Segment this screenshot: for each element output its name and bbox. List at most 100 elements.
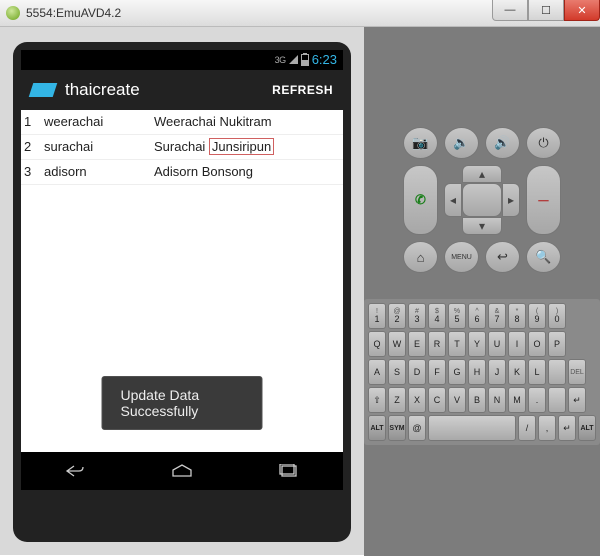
phone-screen: 3G 6:23 thaicreate REFRESH [21,50,343,490]
call-button[interactable]: ✆ [403,165,438,235]
key-c[interactable]: C [428,387,446,413]
key-7[interactable]: &7 [488,303,506,329]
dpad-center-button[interactable] [462,183,502,217]
key-w[interactable]: W [388,331,406,357]
key-@[interactable]: @ [408,415,426,441]
signal-icon [289,55,298,64]
key-1[interactable]: !1 [368,303,386,329]
window-buttons: — ☐ ✕ [492,0,600,21]
key-0[interactable]: )0 [548,303,566,329]
menu-button[interactable]: MENU [444,241,479,273]
emulator-app-icon [6,6,20,20]
action-bar: thaicreate REFRESH [21,70,343,110]
key-2[interactable]: @2 [388,303,406,329]
key-/[interactable]: / [518,415,536,441]
key-,[interactable]: , [538,415,556,441]
key-k[interactable]: K [508,359,526,385]
key-y[interactable]: Y [468,331,486,357]
cell-username: surachai [44,139,154,154]
key-alt[interactable]: ALT [578,415,596,441]
search-button[interactable]: 🔍 [526,241,561,273]
cell-fullname: Surachai Junsiripun [154,139,343,154]
window-title: 5554:EmuAVD4.2 [26,6,121,20]
camera-button[interactable]: 📷 [403,127,438,159]
key-g[interactable]: G [448,359,466,385]
key-n[interactable]: N [488,387,506,413]
cell-id: 1 [21,114,44,129]
emulator-body: 3 G 6:23 thaicreate REFRESH [0,27,600,556]
dpad-right-button[interactable]: ▸ [502,183,520,217]
key-h[interactable]: H [468,359,486,385]
key-4[interactable]: $4 [428,303,446,329]
data-list: 1 weerachai Weerachai Nukitram 2 suracha… [21,110,343,185]
end-call-button[interactable]: ⏤ [526,165,561,235]
key-↵[interactable]: ↵ [558,415,576,441]
home-button[interactable]: ⌂ [403,241,438,273]
window-titlebar: 5554:EmuAVD4.2 — ☐ ✕ [0,0,600,27]
key-o[interactable]: O [528,331,546,357]
key-9[interactable]: (9 [528,303,546,329]
key-r[interactable]: R [428,331,446,357]
key-.[interactable]: . [528,387,546,413]
nav-recent-button[interactable] [276,462,302,480]
key-a[interactable]: A [368,359,386,385]
key-p[interactable]: P [548,331,566,357]
dpad-down-button[interactable]: ▾ [462,217,502,235]
key-↵[interactable]: ↵ [568,387,586,413]
dpad: ▴ ▾ ◂ ▸ [444,165,520,235]
key-b[interactable]: B [468,387,486,413]
volume-down-button[interactable]: 🔉 [444,127,479,159]
app-logo-icon [29,83,58,97]
cell-id: 3 [21,164,44,179]
key-d[interactable]: D [408,359,426,385]
key-5[interactable]: %5 [448,303,466,329]
key-8[interactable]: *8 [508,303,526,329]
android-nav-bar [21,452,343,490]
control-button-grid: 📷 🔉 🔊 ⏻ ✆ ▴ ▾ ◂ ▸ ⏤ ⌂ MENU ↩ 🔍 [403,127,561,273]
refresh-button[interactable]: REFRESH [272,83,333,97]
key-v[interactable]: V [448,387,466,413]
highlighted-text: Junsiripun [209,138,274,155]
key-del[interactable]: DEL [568,359,586,385]
list-item[interactable]: 3 adisorn Adisorn Bonsong [21,160,343,185]
clock: 6:23 [312,52,337,67]
key-l[interactable]: L [528,359,546,385]
nav-back-button[interactable] [62,462,88,480]
back-button[interactable]: ↩ [485,241,520,273]
phone-panel: 3G 6:23 thaicreate REFRESH [0,27,364,556]
window-close-button[interactable]: ✕ [564,0,600,21]
key-e[interactable]: E [408,331,426,357]
key-6[interactable]: ^6 [468,303,486,329]
key-sym[interactable]: SYM [388,415,406,441]
window-maximize-button[interactable]: ☐ [528,0,564,21]
emulator-controls: 📷 🔉 🔊 ⏻ ✆ ▴ ▾ ◂ ▸ ⏤ ⌂ MENU ↩ 🔍 [364,27,600,556]
key-q[interactable]: Q [368,331,386,357]
key-i[interactable]: I [508,331,526,357]
list-item[interactable]: 1 weerachai Weerachai Nukitram [21,110,343,135]
key-blank[interactable] [548,359,566,385]
key-x[interactable]: X [408,387,426,413]
key-u[interactable]: U [488,331,506,357]
volume-up-button[interactable]: 🔊 [485,127,520,159]
key-j[interactable]: J [488,359,506,385]
key-blank[interactable] [548,387,566,413]
key-⇧[interactable]: ⇧ [368,387,386,413]
dpad-up-button[interactable]: ▴ [462,165,502,183]
power-button[interactable]: ⏻ [526,127,561,159]
key-f[interactable]: F [428,359,446,385]
window-minimize-button[interactable]: — [492,0,528,21]
key-m[interactable]: M [508,387,526,413]
key-t[interactable]: T [448,331,466,357]
key-s[interactable]: S [388,359,406,385]
key-3[interactable]: #3 [408,303,426,329]
key-alt[interactable]: ALT [368,415,386,441]
emulator-window: 5554:EmuAVD4.2 — ☐ ✕ 3 G 6:23 [0,0,600,555]
dpad-left-button[interactable]: ◂ [444,183,462,217]
cell-username: weerachai [44,114,154,129]
nav-home-button[interactable] [169,462,195,480]
hardware-keyboard: !1@2#3$4%5^6&7*8(9)0 QWERTYUIOP ASDFGHJK… [364,299,600,445]
key-z[interactable]: Z [388,387,406,413]
list-item[interactable]: 2 surachai Surachai Junsiripun [21,135,343,160]
cell-fullname: Weerachai Nukitram [154,114,343,129]
key-space[interactable] [428,415,516,441]
